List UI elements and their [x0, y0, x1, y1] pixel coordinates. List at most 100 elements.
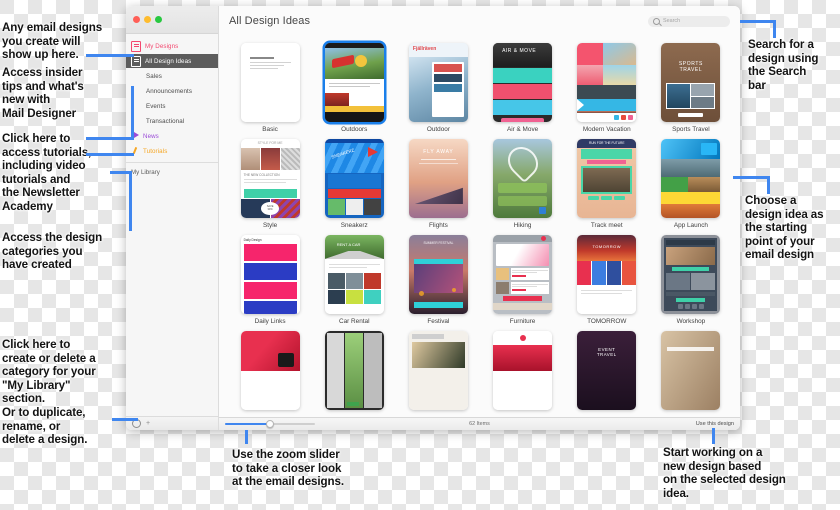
design-card[interactable]: Hiking [481, 134, 563, 230]
design-card[interactable]: SUMMER FESTIVAL Festival [397, 230, 479, 326]
design-thumbnail[interactable] [324, 331, 384, 410]
design-card[interactable]: Daily Design Daily Links [229, 230, 311, 326]
design-thumbnail[interactable]: AIR & MOVE [493, 43, 553, 122]
minimize-button[interactable] [144, 16, 151, 23]
design-label: Modern Vacation [582, 126, 631, 133]
search-icon [653, 17, 660, 25]
plus-icon[interactable]: + [146, 420, 150, 427]
design-thumbnail[interactable] [493, 331, 553, 410]
design-thumbnail[interactable]: EVENT TRAVEL [577, 331, 637, 410]
design-card[interactable]: Outdoors [313, 38, 395, 134]
sidebar-item-sales[interactable]: Sales [126, 69, 218, 83]
thumbnail-art: RUN FOR THE FUTURE [577, 139, 637, 218]
design-label: Hiking [513, 222, 532, 229]
thumbnail-art [661, 235, 721, 314]
design-card[interactable]: Fjällräven Outdoor [397, 38, 479, 134]
thumbnail-art [324, 43, 384, 122]
design-label: Flights [428, 222, 448, 229]
design-card[interactable]: TOMORROW TOMORROW [566, 230, 648, 326]
design-thumbnail[interactable]: RUN FOR THE FUTURE [577, 139, 637, 218]
design-card[interactable] [397, 326, 479, 414]
sidebar-item-label: All Design Ideas [145, 57, 192, 65]
sidebar-item-all-design-ideas[interactable]: All Design Ideas [126, 54, 218, 68]
sidebar-item-announcements[interactable]: Announcements [126, 84, 218, 98]
design-card[interactable]: App Launch [650, 134, 732, 230]
leader-line-news [86, 137, 134, 140]
thumbnail-art [493, 331, 553, 410]
design-card[interactable]: AIR & MOVE Air & Move [481, 38, 563, 134]
design-card[interactable]: SNEAKERZ Sneakerz [313, 134, 395, 230]
design-label: Workshop [676, 318, 706, 325]
thumbnail-art [324, 331, 384, 410]
design-thumbnail[interactable] [493, 235, 553, 314]
thumbnail-art: AIR & MOVE [493, 43, 553, 122]
design-label: Sneakerz [340, 222, 368, 229]
sidebar-item-transactional[interactable]: Transactional [126, 114, 218, 128]
design-thumbnail[interactable]: Fjällräven [408, 43, 468, 122]
design-card[interactable]: FLY AWAY Flights [397, 134, 479, 230]
sidebar-item-tutorials[interactable]: Tutorials [126, 144, 218, 158]
design-label: Sports Travel [672, 126, 710, 133]
design-thumbnail[interactable] [493, 139, 553, 218]
thumbnail-art: Daily Design [240, 235, 300, 314]
annotation-tutorials: Click here to access tutorials, includin… [2, 132, 92, 213]
design-thumbnail[interactable]: Daily Design [240, 235, 300, 314]
annotation-use-design: Start working on a new design based on t… [663, 446, 786, 500]
annotation-search: Search for a design using the Search bar [748, 38, 819, 92]
design-thumbnail[interactable]: STYLE FOR ME THE NEW COLLECTION SAVE 30% [240, 139, 300, 218]
design-thumbnail[interactable]: SUMMER FESTIVAL [408, 235, 468, 314]
design-thumbnail[interactable] [661, 331, 721, 410]
design-label: Outdoor [426, 126, 450, 133]
sidebar-item-label: Announcements [146, 87, 193, 95]
thumbnail-art: EVENT TRAVEL [577, 331, 637, 410]
design-thumbnail[interactable]: TOMORROW [577, 235, 637, 314]
design-card[interactable]: Basic [229, 38, 311, 134]
design-card[interactable] [481, 326, 563, 414]
design-thumbnail[interactable] [661, 235, 721, 314]
design-card[interactable]: SPORTS TRAVEL Sports Travel [650, 38, 732, 134]
design-thumbnail[interactable] [324, 43, 384, 122]
design-thumbnail[interactable] [240, 43, 300, 122]
sidebar-footer: + [126, 416, 218, 430]
design-card[interactable]: RENT A CAR Car Rental [313, 230, 395, 326]
leader-line-tutorials [86, 153, 134, 156]
annotation-news: Access insider tips and what's new with … [2, 66, 84, 120]
design-card[interactable] [313, 326, 395, 414]
design-thumbnail[interactable]: SNEAKERZ [324, 139, 384, 218]
close-button[interactable] [133, 16, 140, 23]
annotation-category-actions: Click here to create or delete a categor… [2, 338, 96, 447]
design-thumbnail[interactable] [240, 331, 300, 410]
design-card[interactable] [229, 326, 311, 414]
sidebar-item-label: My Designs [145, 42, 179, 50]
sidebar-item-events[interactable]: Events [126, 99, 218, 113]
annotation-choose-idea: Choose a design idea as the starting poi… [745, 194, 824, 262]
design-card[interactable]: STYLE FOR ME THE NEW COLLECTION SAVE 30% S… [229, 134, 311, 230]
sidebar-section-my-library[interactable]: My Library [126, 166, 218, 178]
design-thumbnail[interactable] [661, 139, 721, 218]
design-card[interactable]: Furniture [481, 230, 563, 326]
sidebar-item-news[interactable]: News [126, 129, 218, 143]
design-card[interactable]: Workshop [650, 230, 732, 326]
leader-line-my-designs [86, 54, 134, 57]
design-card[interactable]: EVENT TRAVEL [566, 326, 648, 414]
leader-line-use-design [712, 428, 715, 444]
zoom-button[interactable] [155, 16, 162, 23]
document-icon [131, 55, 141, 67]
thumbnail-art [240, 331, 300, 410]
design-card[interactable] [650, 326, 732, 414]
design-card[interactable]: RUN FOR THE FUTURE Track meet [566, 134, 648, 230]
design-label: TOMORROW [587, 318, 627, 325]
design-thumbnail[interactable]: SPORTS TRAVEL [661, 43, 721, 122]
design-thumbnail[interactable] [408, 331, 468, 410]
sidebar-item-my-designs[interactable]: My Designs [126, 39, 218, 53]
design-grid[interactable]: Basic Outdoors Fjällräven Outdoor AIR & … [219, 36, 740, 417]
search-input[interactable]: Search [648, 15, 730, 27]
design-thumbnail[interactable]: RENT A CAR [324, 235, 384, 314]
design-thumbnail[interactable] [577, 43, 637, 122]
thumbnail-art: SPORTS TRAVEL [661, 43, 721, 122]
design-thumbnail[interactable]: FLY AWAY [408, 139, 468, 218]
design-label: Festival [427, 318, 450, 325]
design-card[interactable]: Modern Vacation [566, 38, 648, 134]
thumbnail-art: FLY AWAY [408, 139, 468, 218]
design-label: Basic [262, 126, 278, 133]
